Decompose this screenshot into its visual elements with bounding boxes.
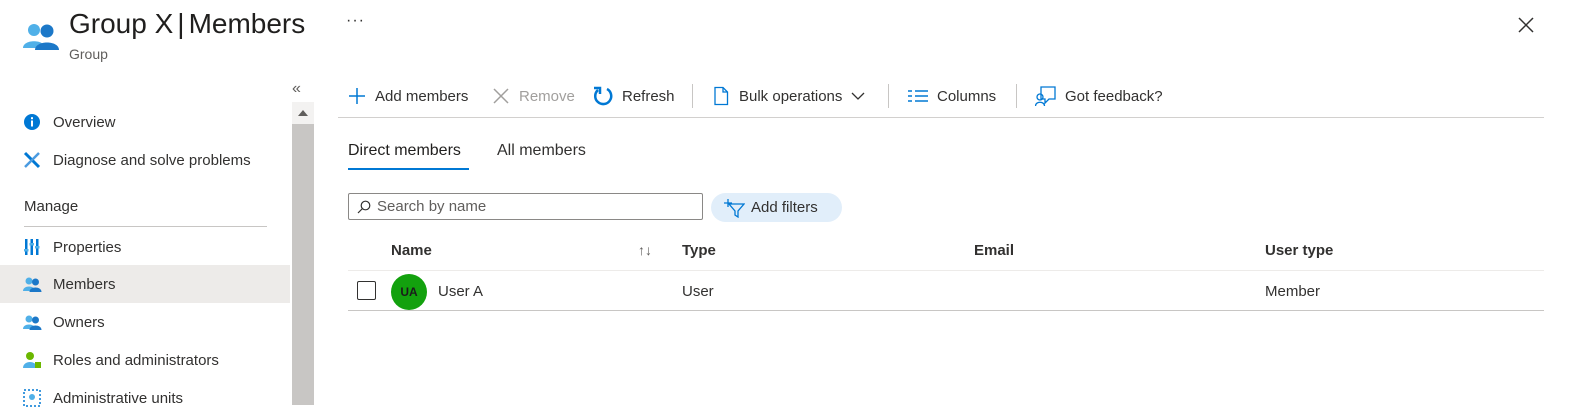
chevron-down-icon [851,92,865,100]
feedback-label: Got feedback? [1065,87,1163,105]
column-header-user-type[interactable]: User type [1265,242,1333,259]
add-filters-label: Add filters [751,199,818,216]
sidebar-item-properties[interactable]: Properties [0,228,290,266]
toolbar-divider [888,84,889,108]
sidebar-item-label: Properties [53,238,122,256]
cell-type: User [682,283,714,300]
sidebar-scrollbar[interactable] [292,102,314,405]
remove-label: Remove [519,87,575,105]
filter-add-icon [724,198,745,218]
sidebar-item-label: Roles and administrators [53,351,219,369]
group-name: Group X [69,8,174,39]
plus-icon [349,88,365,104]
more-options-button[interactable]: ··· [346,12,365,30]
members-icon [23,277,42,292]
sidebar-item-diagnose[interactable]: Diagnose and solve problems [0,141,290,179]
toolbar-divider [1016,84,1017,108]
feedback-icon [1035,86,1056,107]
sidebar-item-administrative-units[interactable]: Administrative units [0,379,290,417]
add-members-button[interactable]: Add members [347,82,468,110]
selected-tab-indicator [348,168,469,170]
page-name: Members [188,8,306,39]
sidebar-item-label: Diagnose and solve problems [53,151,251,169]
bulk-operations-button[interactable]: Bulk operations [711,82,866,110]
toolbar-divider-line [338,117,1544,118]
x-icon [493,88,509,104]
refresh-label: Refresh [622,87,675,105]
column-header-type[interactable]: Type [682,242,716,259]
sort-arrows-icon[interactable]: ↑↓ [638,242,652,258]
page-title: Group X | Members [69,6,305,42]
cell-user-type: Member [1265,283,1321,300]
columns-label: Columns [937,87,997,105]
bulk-operations-label: Bulk operations [739,87,843,105]
title-separator: | [177,8,185,39]
row-checkbox[interactable] [357,281,376,300]
wrench-icon [23,151,41,169]
roles-icon [23,352,41,368]
refresh-button[interactable]: Refresh [592,82,675,110]
owners-icon [23,315,42,330]
add-filters-button[interactable]: Add filters [711,193,842,222]
columns-icon [908,90,928,102]
feedback-button[interactable]: Got feedback? [1035,82,1163,110]
tab-direct-members[interactable]: Direct members [348,142,461,160]
header-divider [348,270,1544,271]
remove-button[interactable]: Remove [491,82,575,110]
tab-all-members[interactable]: All members [497,142,586,160]
sidebar-item-owners[interactable]: Owners [0,303,290,341]
page-subtitle: Group [69,46,108,62]
collapse-sidebar-button[interactable]: « [292,80,301,98]
scroll-up-arrow-icon[interactable] [292,102,314,124]
cell-name[interactable]: User A [438,283,483,300]
add-members-label: Add members [375,87,469,105]
column-header-name[interactable]: Name [391,242,432,259]
columns-button[interactable]: Columns [907,82,996,110]
search-box[interactable] [348,193,703,220]
column-header-email[interactable]: Email [974,242,1014,259]
sidebar-item-label: Administrative units [53,389,184,407]
properties-icon [24,239,40,255]
close-icon[interactable] [1515,14,1537,36]
avatar: UA [391,274,427,310]
divider [24,226,267,227]
sidebar-item-label: Owners [53,313,105,331]
sidebar-item-members[interactable]: Members [0,265,290,303]
search-input[interactable] [377,198,677,215]
section-heading-manage: Manage [24,198,79,215]
info-icon [24,114,40,130]
sidebar-item-overview[interactable]: Overview [0,103,290,141]
search-icon [357,200,371,213]
sidebar-item-label: Overview [53,113,116,131]
document-icon [714,86,729,106]
group-icon [23,24,59,50]
row-divider [348,310,1544,311]
refresh-icon [593,86,613,106]
sidebar-item-label: Members [53,275,116,293]
sidebar-item-roles[interactable]: Roles and administrators [0,341,290,379]
toolbar-divider [692,84,693,108]
admin-units-icon [23,389,41,407]
